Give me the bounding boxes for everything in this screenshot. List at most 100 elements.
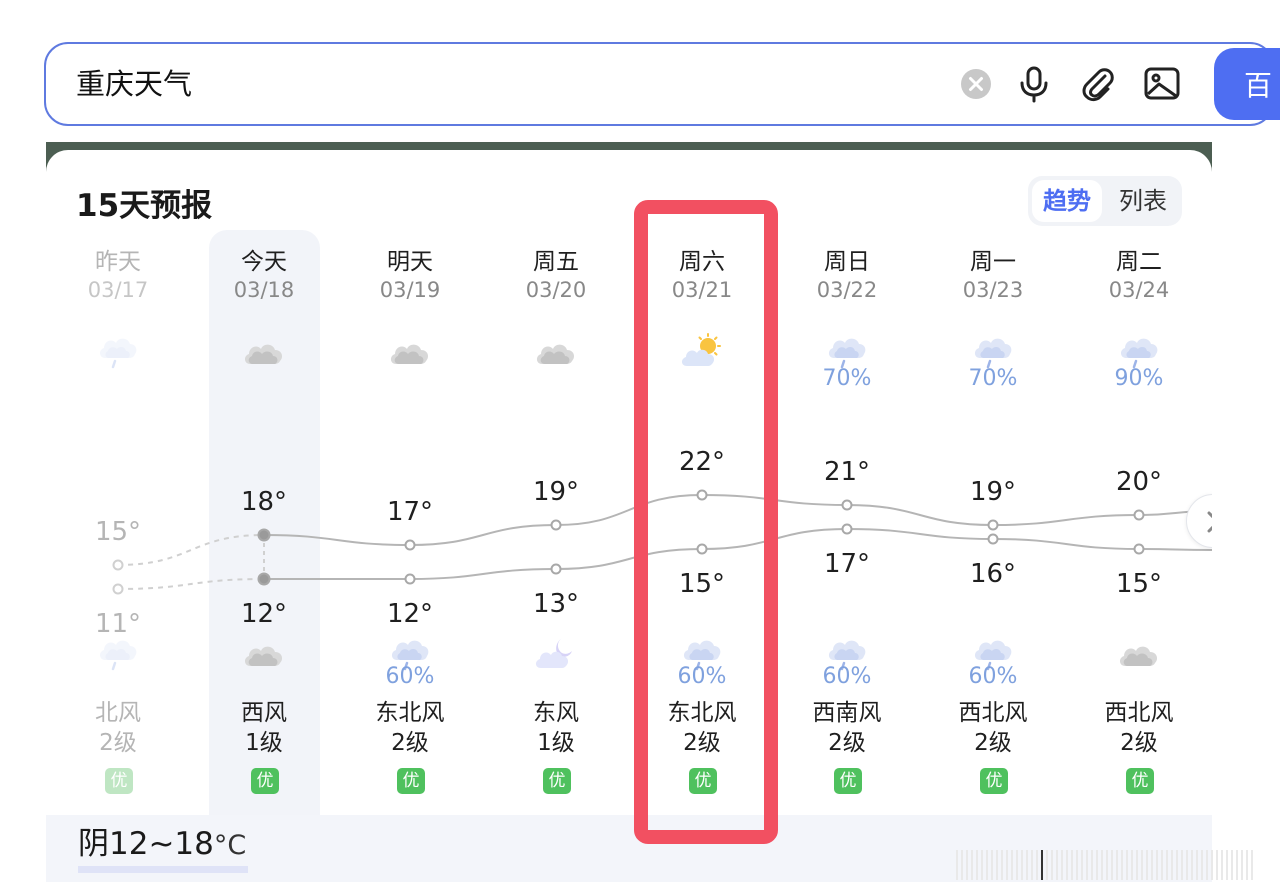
- watermark-stripe: [1061, 850, 1063, 880]
- watermark-stripe: [981, 850, 983, 880]
- watermark-stripe: [971, 850, 973, 880]
- watermark-stripe: [1151, 850, 1153, 880]
- image-icon[interactable]: [1142, 64, 1182, 104]
- low-trend-past-segment: [117, 578, 265, 590]
- low-temp: 15°: [1115, 569, 1163, 599]
- moon-cloud-icon-glyph: [535, 638, 572, 668]
- watermark-stripe: [1036, 850, 1038, 880]
- night-precip-prob: 60%: [968, 664, 1018, 689]
- high-temp-point: [696, 489, 708, 501]
- wind-level: 1级: [245, 730, 283, 756]
- watermark-stripe: [1226, 850, 1228, 880]
- paperclip-icon[interactable]: [1078, 64, 1118, 104]
- high-temp: 19°: [969, 477, 1017, 507]
- cloud-rain-icon: [95, 332, 141, 372]
- watermark-stripe: [1116, 850, 1118, 880]
- microphone-icon[interactable]: [1014, 64, 1054, 104]
- day-label: 明天: [387, 249, 433, 275]
- cloud-rain-icon: [95, 634, 141, 674]
- watermark-stripe: [1106, 850, 1108, 880]
- search-query-text[interactable]: 重庆天气: [76, 64, 192, 104]
- watermark-stripe: [1131, 850, 1133, 880]
- watermark-stripe: [1026, 850, 1028, 880]
- low-temp-point: [550, 563, 562, 575]
- watermark-stripe: [986, 850, 988, 880]
- wind-level: 2级: [828, 730, 866, 756]
- day-precip-prob: 70%: [822, 366, 872, 391]
- wind-info: 西北风 2级: [1084, 698, 1194, 758]
- page: 重庆天气 百 15天预报 趋势 列表 昨天 03/17 15° 11° 北风 2…: [0, 0, 1280, 892]
- date-label: 03/23: [962, 278, 1024, 302]
- watermark-stripe: [961, 850, 963, 880]
- low-temp: 12°: [240, 599, 288, 629]
- sun-cloud-icon-glyph: [681, 333, 721, 366]
- watermark-stripe: [1181, 850, 1183, 880]
- wind-level: 2级: [683, 730, 721, 756]
- wind-direction: 东北风: [667, 700, 737, 726]
- high-temp: 20°: [1115, 467, 1163, 497]
- watermark-stripe: [1111, 850, 1113, 880]
- day-label: 周六: [679, 249, 725, 275]
- watermark-stripe: [1041, 850, 1043, 880]
- watermark-stripe: [1051, 850, 1053, 880]
- high-temp-point: [841, 499, 853, 511]
- wind-info: 东北风 2级: [647, 698, 757, 758]
- watermark-stripe: [1096, 850, 1098, 880]
- watermark-stripe: [1166, 850, 1168, 880]
- cloud-icon: [387, 332, 433, 372]
- watermark-stripe: [1231, 850, 1233, 880]
- watermark-stripe: [1071, 850, 1073, 880]
- wind-level: 2级: [1120, 730, 1158, 756]
- aqi-badge: 优: [543, 768, 571, 794]
- high-temp-point: [112, 559, 124, 571]
- watermark-stripe: [1126, 850, 1128, 880]
- aqi-badge: 优: [834, 768, 862, 794]
- high-temp: 18°: [240, 487, 288, 517]
- watermark-stripe: [1176, 850, 1178, 880]
- watermark-stripe: [1016, 850, 1018, 880]
- watermark-stripe: [1186, 850, 1188, 880]
- aqi-badge: 优: [1126, 768, 1154, 794]
- day-label: 周五: [533, 249, 579, 275]
- cloud-icon: [533, 332, 579, 372]
- cloud-icon-glyph: [244, 646, 283, 666]
- wind-direction: 北风: [95, 700, 141, 726]
- wind-info: 西风 1级: [209, 698, 319, 758]
- watermark-stripe: [1141, 850, 1143, 880]
- watermark-stripe: [1196, 850, 1198, 880]
- watermark-stripe: [1161, 850, 1163, 880]
- aqi-badge: 优: [251, 768, 279, 794]
- watermark-stripe: [1056, 850, 1058, 880]
- watermark-stripe: [1146, 850, 1148, 880]
- cloud-icon: [241, 634, 287, 674]
- wind-info: 北风 2级: [63, 698, 173, 758]
- watermark-stripe: [1031, 850, 1033, 880]
- aqi-badge: 优: [397, 768, 425, 794]
- cloud-icon-glyph: [244, 344, 283, 364]
- cloud-icon-glyph: [390, 344, 429, 364]
- watermark-stripe: [1206, 850, 1208, 880]
- day-label: 周二: [1116, 249, 1162, 275]
- sun-cloud-icon: [679, 332, 725, 372]
- high-temp-point: [987, 519, 999, 531]
- watermark-stripe: [1066, 850, 1068, 880]
- low-temp: 12°: [386, 599, 434, 629]
- date-label: 03/22: [816, 278, 878, 302]
- forecast-card: 15天预报 趋势 列表 昨天 03/17 15° 11° 北风 2级 优 今天 …: [46, 150, 1212, 882]
- high-temp: 15°: [94, 517, 142, 547]
- watermark-stripe: [996, 850, 998, 880]
- watermark-stripe: [1241, 850, 1243, 880]
- day-label: 周日: [824, 249, 870, 275]
- night-precip-prob: 60%: [677, 664, 727, 689]
- watermark-stripe: [976, 850, 978, 880]
- high-temp-point: [550, 519, 562, 531]
- watermark-stripes: [956, 850, 1253, 880]
- watermark-stripe: [1121, 850, 1123, 880]
- clear-icon[interactable]: [956, 64, 996, 104]
- moon-cloud-icon: [533, 634, 579, 674]
- watermark-stripe: [1136, 850, 1138, 880]
- day-precip-prob: 70%: [968, 366, 1018, 391]
- low-temp-point: [257, 572, 271, 586]
- date-label: 03/19: [379, 278, 441, 302]
- low-temp-point: [1133, 543, 1145, 555]
